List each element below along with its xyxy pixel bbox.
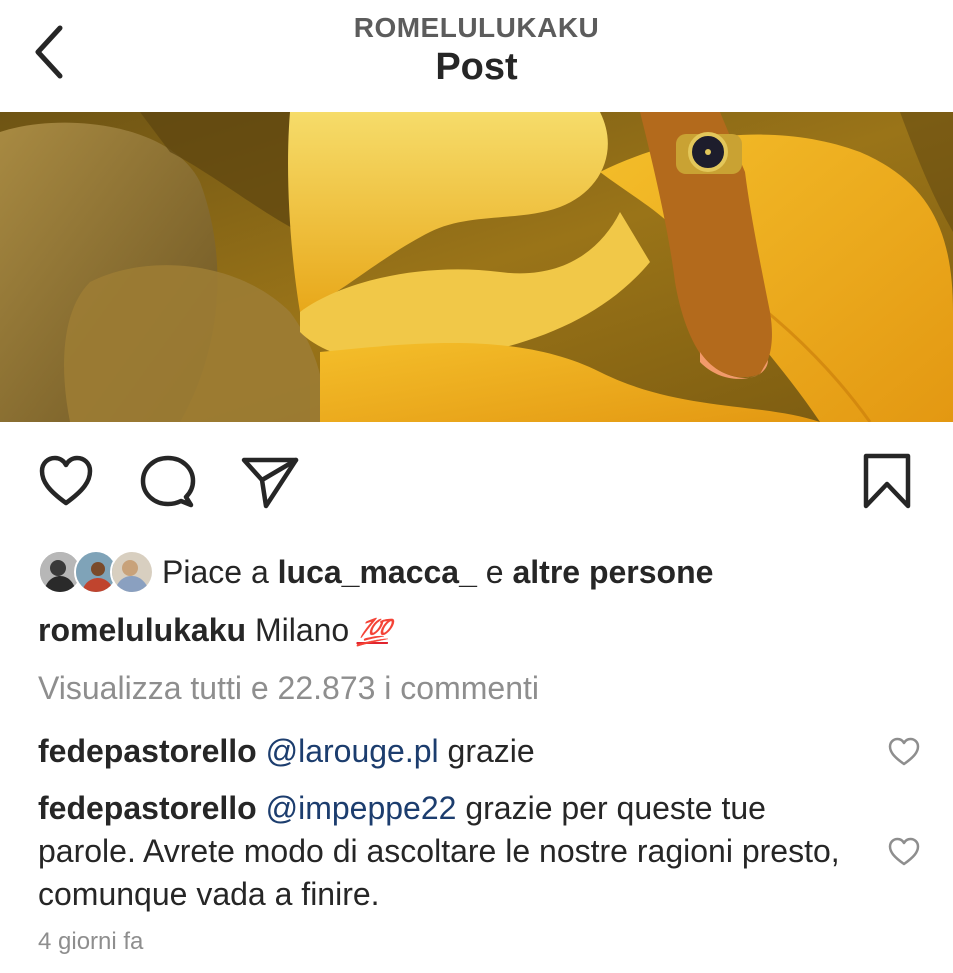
like-button[interactable]	[38, 454, 94, 513]
likes-summary[interactable]: Piace a luca_macca_ e altre persone	[38, 548, 713, 596]
comment-like-button[interactable]	[888, 737, 920, 767]
paper-plane-icon	[241, 457, 299, 509]
page-title: Post	[435, 46, 518, 88]
comment-text: grazie	[447, 733, 535, 769]
comment-username[interactable]: fedepastorello	[38, 790, 257, 826]
liker-avatars	[38, 550, 154, 594]
hundred-points-emoji: 💯	[356, 617, 392, 647]
bookmark-icon	[863, 453, 911, 509]
view-all-comments-link[interactable]: Visualizza tutti e 22.873 i commenti	[38, 670, 539, 707]
likes-text: Piace a luca_macca_ e altre persone	[162, 554, 713, 591]
liker-username[interactable]: luca_macca_	[278, 554, 477, 590]
comment-like-button[interactable]	[888, 837, 920, 867]
comment-button[interactable]	[140, 454, 196, 515]
avatar	[110, 550, 154, 594]
top-bar: ROMELULUKAKU Post	[0, 0, 953, 112]
heart-outline-icon	[888, 837, 920, 866]
post-photo-illustration	[0, 112, 953, 422]
caption-username[interactable]: romelulukaku	[38, 612, 246, 648]
comment-bubble-icon	[140, 455, 196, 508]
header-username: ROMELULUKAKU	[353, 12, 600, 43]
post-timestamp: 4 giorni fa	[38, 928, 144, 955]
save-button[interactable]	[860, 452, 914, 515]
heart-outline-icon	[888, 737, 920, 766]
likes-others-link[interactable]: altre persone	[512, 554, 713, 590]
post-image[interactable]	[0, 112, 953, 422]
comment-mention[interactable]: @larouge.pl	[266, 733, 439, 769]
comment-item: fedepastorello @larouge.pl grazie	[38, 730, 848, 773]
post-caption: romelulukaku Milano 💯	[38, 612, 392, 649]
comment-username[interactable]: fedepastorello	[38, 733, 257, 769]
action-bar	[0, 440, 953, 530]
likes-connector: e	[485, 553, 504, 590]
caption-text: Milano	[254, 612, 350, 648]
likes-prefix: Piace a	[162, 553, 269, 590]
heart-outline-icon	[39, 455, 93, 506]
share-button[interactable]	[240, 454, 300, 515]
comment-item: fedepastorello @impeppe22 grazie per que…	[38, 787, 848, 916]
comment-mention[interactable]: @impeppe22	[266, 790, 457, 826]
